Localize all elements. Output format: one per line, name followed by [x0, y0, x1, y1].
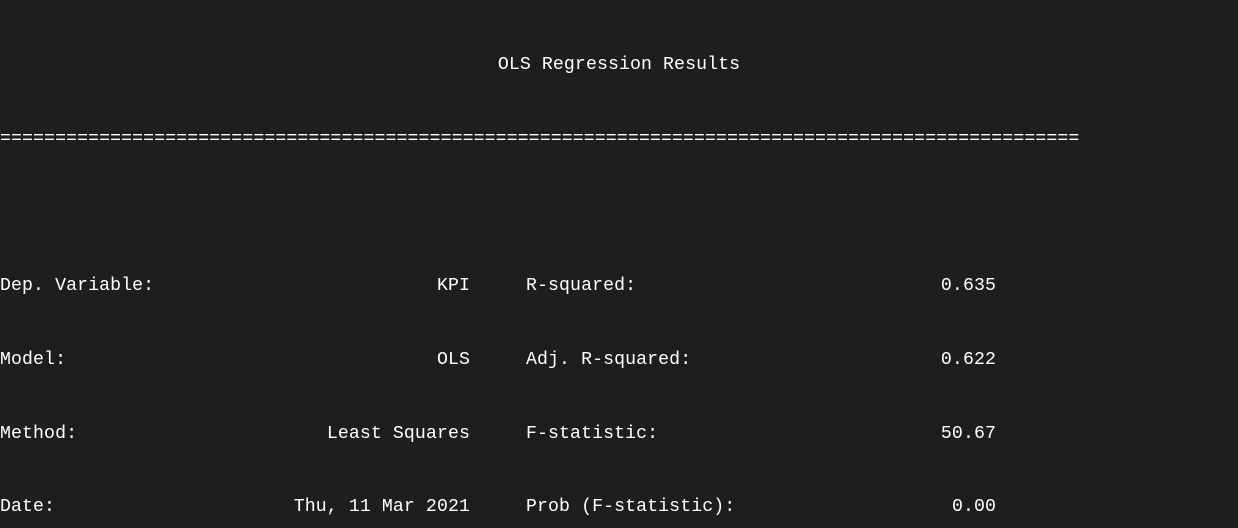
summary-value: Thu, 11 Mar 2021 [210, 495, 470, 520]
summary-value: 0.622 [746, 348, 996, 373]
summary-block: Dep. Variable:KPI R-squared:0.635 Model:… [0, 225, 1238, 528]
ols-output: OLS Regression Results =================… [0, 0, 1238, 528]
summary-label: F-statistic: [526, 422, 746, 447]
summary-value: OLS [210, 348, 470, 373]
summary-label: Method: [0, 422, 210, 447]
summary-label: Model: [0, 348, 210, 373]
summary-label: Date: [0, 495, 210, 520]
summary-value: KPI [210, 274, 470, 299]
summary-label: Adj. R-squared: [526, 348, 746, 373]
page-title: OLS Regression Results [0, 49, 1238, 78]
summary-value: 0.00 [746, 495, 996, 520]
rule-top: ========================================… [0, 127, 1238, 152]
summary-label: Prob (F-statistic): [526, 495, 746, 520]
summary-label: Dep. Variable: [0, 274, 210, 299]
summary-label: R-squared: [526, 274, 746, 299]
summary-value: 0.635 [746, 274, 996, 299]
summary-value: 50.67 [746, 422, 996, 447]
summary-value: Least Squares [210, 422, 470, 447]
